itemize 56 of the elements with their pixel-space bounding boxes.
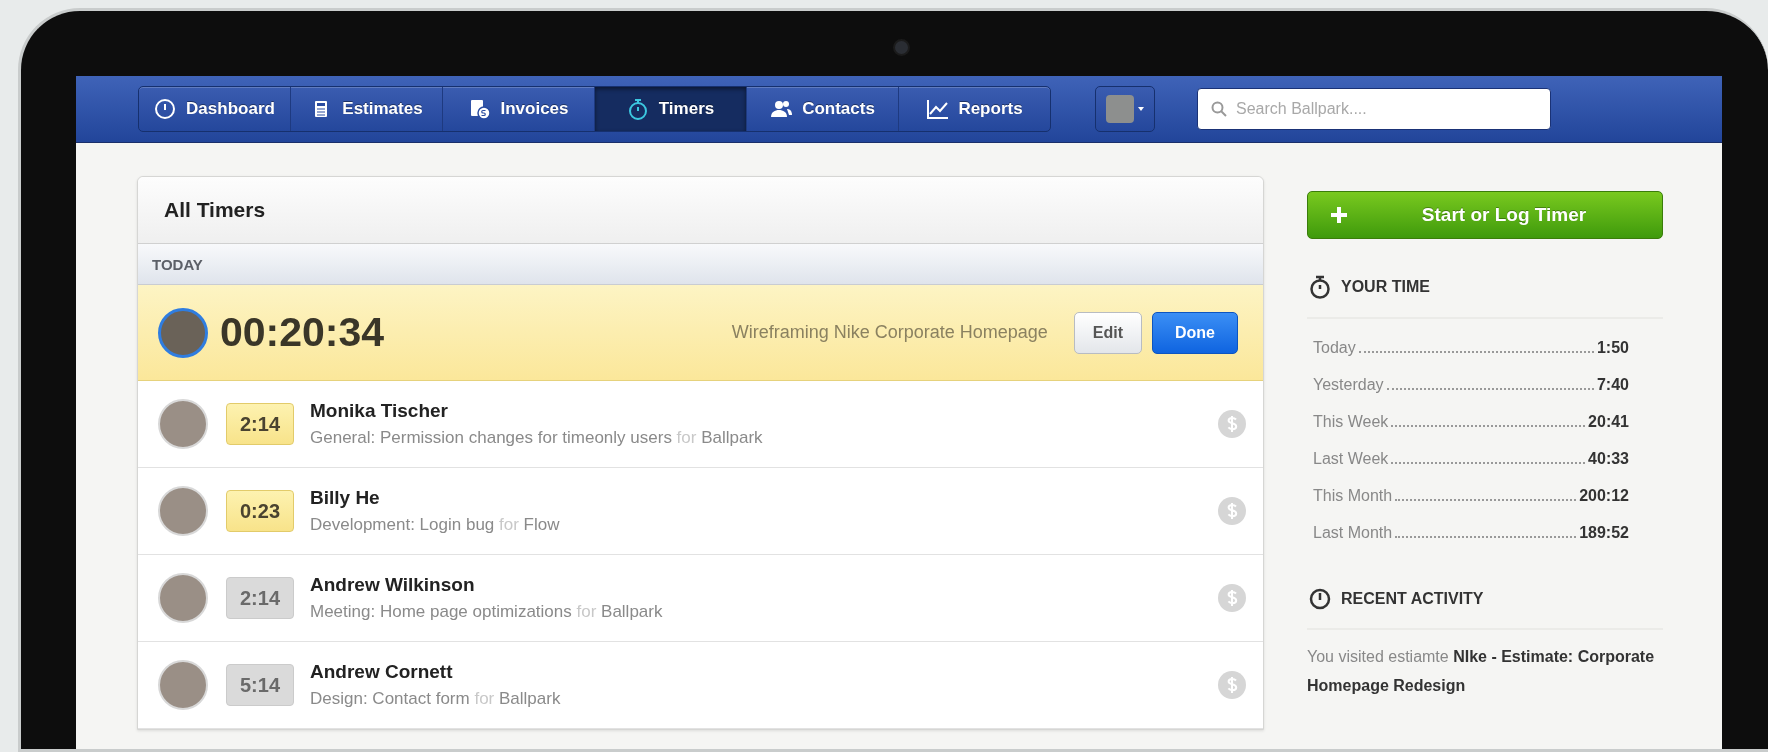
avatar (1105, 95, 1134, 123)
person-name: Monika Tischer (310, 400, 449, 422)
caret-icon (1136, 106, 1145, 112)
section-heading: RECENT ACTIVITY (1341, 590, 1484, 608)
group-header: TODAY (138, 244, 1263, 285)
nav-tab[interactable]: Dashboard (139, 87, 291, 131)
person-name: Andrew Wilkinson (310, 574, 476, 596)
stopwatch-icon (1309, 275, 1331, 299)
dollar-coin-icon (1217, 496, 1247, 526)
account-menu-button[interactable] (1095, 86, 1155, 132)
duration-badge: 5:14 (226, 664, 294, 706)
stat-value: 200:12 (1579, 487, 1629, 505)
nav-tab[interactable]: Timers (595, 87, 747, 131)
avatar (158, 307, 208, 358)
nav-tab[interactable]: Estimates (291, 87, 443, 131)
done-button[interactable]: Done (1152, 311, 1238, 354)
activity-text: You visited estiamte NIke - Estimate: Corporate Homepage Redesign (1307, 647, 1656, 696)
edit-button[interactable]: Edit (1073, 311, 1142, 354)
dollar-coin-icon (1217, 670, 1247, 700)
plus-icon (1330, 206, 1348, 224)
duration-badge: 2:14 (226, 403, 294, 445)
camera-lens (893, 39, 910, 56)
clock-icon (1309, 588, 1331, 610)
line-chart-icon (926, 98, 949, 120)
clock-icon (154, 98, 177, 120)
stat-label: This Week (1313, 413, 1389, 431)
person-name: Billy He (310, 487, 381, 509)
stat-label: Today (1313, 339, 1356, 357)
stat-value: 20:41 (1588, 413, 1629, 431)
stat-label: This Month (1313, 487, 1393, 505)
nav-tab[interactable]: Contacts (747, 87, 899, 131)
avatar (158, 399, 208, 449)
stat-value: 7:40 (1596, 376, 1629, 394)
timer-clock: 00:20:34 (220, 309, 385, 356)
dollar-coin-icon (1217, 583, 1247, 613)
stat-value: 189:52 (1579, 524, 1629, 542)
person-name: Andrew Cornett (310, 661, 454, 683)
dollar-coin-icon (1217, 409, 1247, 439)
avatar (158, 486, 208, 536)
stat-value: 40:33 (1588, 450, 1629, 468)
task-label: Wireframing Nike Corporate Homepage (731, 322, 1048, 343)
stat-label: Yesterday (1313, 376, 1384, 394)
stat-label: Last Week (1313, 450, 1389, 468)
search-field[interactable]: Search Ballpark.... (1197, 88, 1551, 130)
section-heading: YOUR TIME (1341, 278, 1430, 296)
stat-label: Last Month (1313, 524, 1393, 542)
duration-badge: 2:14 (226, 577, 294, 619)
duration-badge: 0:23 (226, 490, 294, 532)
stat-value: 1:50 (1596, 339, 1629, 357)
stopwatch-icon (626, 98, 649, 120)
panel-title: All Timers (138, 177, 1263, 244)
avatar (158, 573, 208, 623)
nav-tab[interactable]: Reports (899, 87, 1050, 131)
invoice-icon (468, 98, 491, 120)
people-icon (770, 98, 793, 120)
avatar (158, 660, 208, 710)
